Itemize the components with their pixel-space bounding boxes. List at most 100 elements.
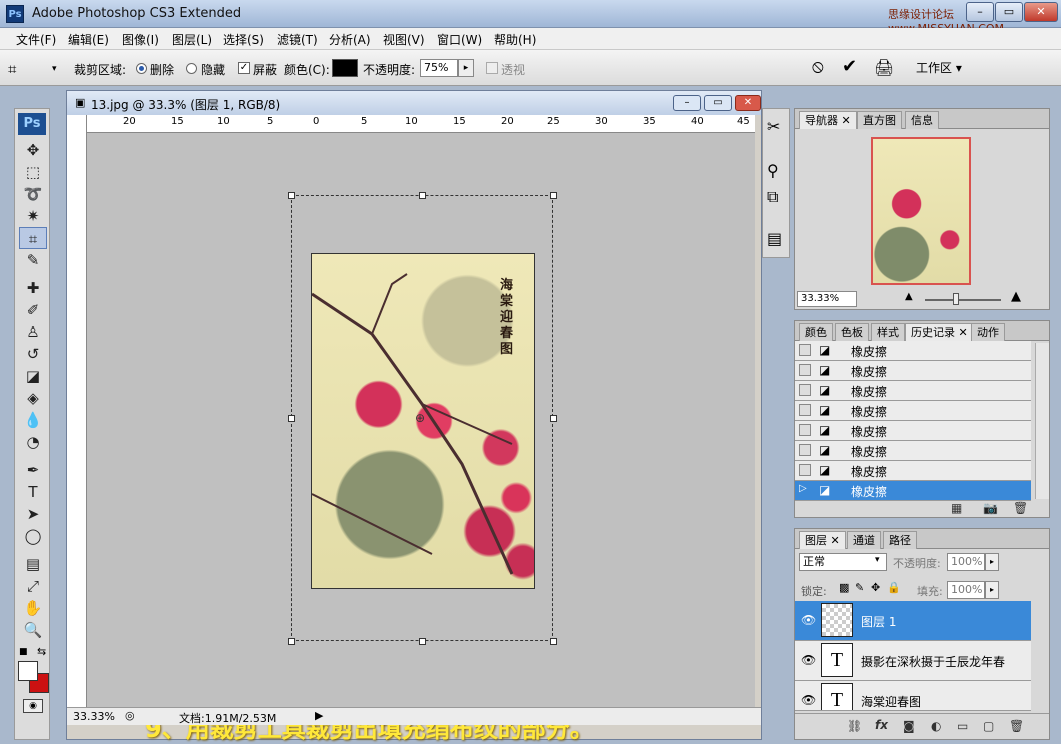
new-document-from-state-icon[interactable]: ▦ xyxy=(951,501,962,515)
add-mask-icon[interactable]: ◙ xyxy=(903,719,915,733)
delete-layer-icon[interactable]: 🗑 xyxy=(1009,719,1024,733)
cancel-crop-icon[interactable]: ⦸ xyxy=(812,56,824,77)
navigator-thumbnail[interactable] xyxy=(871,137,971,285)
crop-handle[interactable] xyxy=(288,415,295,422)
lasso-tool-icon[interactable]: ➰ xyxy=(19,183,47,205)
navigator-zoom-input[interactable]: 33.33% xyxy=(797,291,857,307)
tab-layers[interactable]: 图层 ✕ xyxy=(799,531,846,549)
layer-style-icon[interactable]: fx xyxy=(875,718,888,732)
eye-icon[interactable]: 👁 xyxy=(801,613,816,627)
adjustment-layer-icon[interactable]: ◐ xyxy=(931,719,941,733)
crop-handle[interactable] xyxy=(550,638,557,645)
eraser-tool-icon[interactable]: ◪ xyxy=(19,365,47,387)
close-button[interactable]: ✕ xyxy=(1024,2,1058,22)
move-tool-icon[interactable]: ✥ xyxy=(19,139,47,161)
history-source-checkbox[interactable] xyxy=(799,444,811,456)
history-source-checkbox[interactable] xyxy=(799,464,811,476)
crop-handle[interactable] xyxy=(419,638,426,645)
doc-close-button[interactable]: ✕ xyxy=(735,95,761,111)
status-info-icon[interactable]: ◎ xyxy=(125,709,135,722)
new-layer-icon[interactable]: ▢ xyxy=(983,719,994,733)
history-item[interactable]: ◪ 橡皮擦 xyxy=(795,421,1031,441)
menu-select[interactable]: 选择(S) xyxy=(223,31,264,48)
new-snapshot-icon[interactable]: 📷 xyxy=(983,501,998,515)
tab-navigator[interactable]: 导航器 ✕ xyxy=(799,111,857,129)
tab-actions[interactable]: 动作 xyxy=(971,323,1005,341)
crop-tool-icon[interactable]: ⌗ xyxy=(19,227,47,249)
fill-arrow-icon[interactable]: ▸ xyxy=(985,581,999,599)
menu-image[interactable]: 图像(I) xyxy=(122,31,159,48)
blur-tool-icon[interactable]: 💧 xyxy=(19,409,47,431)
file-browser-icon[interactable]: 🖨 xyxy=(874,58,894,77)
history-scrollbar[interactable] xyxy=(1035,343,1049,499)
canvas-area[interactable]: 海棠迎春图 ⊕ 9、用裁剪工具裁剪出填充绢布纹的部分。 xyxy=(87,133,755,743)
history-item[interactable]: ◪ 橡皮擦 xyxy=(795,401,1031,421)
magic-wand-tool-icon[interactable]: ✷ xyxy=(19,205,47,227)
history-source-checkbox[interactable] xyxy=(799,364,811,376)
tab-color[interactable]: 颜色 xyxy=(799,323,833,341)
menu-edit[interactable]: 编辑(E) xyxy=(68,31,109,48)
fill-input[interactable]: 100% xyxy=(947,581,985,599)
healing-brush-icon[interactable]: ✚ xyxy=(19,277,47,299)
chevron-down-icon[interactable]: ▾ xyxy=(52,64,57,74)
minimize-button[interactable]: – xyxy=(966,2,994,22)
tab-info[interactable]: 信息 xyxy=(905,111,939,129)
layer-row-selected[interactable]: 👁 图层 1 xyxy=(795,601,1031,641)
zoom-in-icon[interactable]: ▲ xyxy=(1011,289,1021,304)
delete-state-icon[interactable]: 🗑 xyxy=(1013,501,1028,515)
hand-tool-icon[interactable]: ✋ xyxy=(19,597,47,619)
status-menu-arrow-icon[interactable]: ▶ xyxy=(315,709,323,722)
foreground-color-swatch[interactable] xyxy=(18,661,38,681)
history-item[interactable]: ◪ 橡皮擦 xyxy=(795,461,1031,481)
layer-name[interactable]: 摄影在深秋摄于壬辰龙年春 xyxy=(861,653,1005,670)
lock-all-icon[interactable]: 🔒 xyxy=(887,581,901,594)
history-source-checkbox[interactable] xyxy=(799,404,811,416)
crop-handle[interactable] xyxy=(288,638,295,645)
link-layers-icon[interactable]: ⛓ xyxy=(847,719,862,733)
shield-color-swatch[interactable] xyxy=(332,59,358,77)
hide-radio[interactable] xyxy=(186,63,197,74)
workspace-button[interactable]: 工作区 ▾ xyxy=(916,59,962,76)
menu-layer[interactable]: 图层(L) xyxy=(172,31,212,48)
menu-filter[interactable]: 滤镜(T) xyxy=(277,31,318,48)
crop-handle[interactable] xyxy=(419,192,426,199)
maximize-button[interactable]: ▭ xyxy=(995,2,1023,22)
menu-analysis[interactable]: 分析(A) xyxy=(329,31,371,48)
history-brush-icon[interactable]: ↺ xyxy=(19,343,47,365)
tab-channels[interactable]: 通道 xyxy=(847,531,881,549)
eye-icon[interactable]: 👁 xyxy=(801,693,816,707)
quick-mask-icon[interactable]: ◉ xyxy=(23,699,43,713)
opacity-slider-arrow-icon[interactable]: ▸ xyxy=(458,59,474,77)
menu-view[interactable]: 视图(V) xyxy=(383,31,425,48)
navigator-zoom-slider[interactable] xyxy=(925,299,1001,301)
crop-tool-preset-icon[interactable]: ⌗ xyxy=(8,60,16,78)
history-item[interactable]: ◪ 橡皮擦 xyxy=(795,381,1031,401)
vertical-scrollbar[interactable] xyxy=(755,115,761,707)
menu-help[interactable]: 帮助(H) xyxy=(494,31,536,48)
eye-icon[interactable]: 👁 xyxy=(801,653,816,667)
default-colors-icon[interactable]: ■ xyxy=(19,647,28,657)
commit-crop-icon[interactable]: ✔ xyxy=(842,56,857,77)
layer-comps-icon[interactable]: ▤ xyxy=(767,229,782,248)
history-item-selected[interactable]: ▷ ◪ 橡皮擦 xyxy=(795,481,1031,501)
layer-opacity-input[interactable]: 100% xyxy=(947,553,985,571)
shield-checkbox[interactable]: ✓ xyxy=(238,62,250,74)
lock-pixels-icon[interactable]: ✎ xyxy=(855,581,864,594)
tab-styles[interactable]: 样式 xyxy=(871,323,905,341)
crop-handle[interactable] xyxy=(550,192,557,199)
delete-radio[interactable] xyxy=(136,63,147,74)
doc-minimize-button[interactable]: – xyxy=(673,95,701,111)
slice-tool-icon[interactable]: ✎ xyxy=(19,249,47,271)
marquee-tool-icon[interactable]: ⬚ xyxy=(19,161,47,183)
path-selection-icon[interactable]: ➤ xyxy=(19,503,47,525)
tool-presets-icon[interactable]: ✂ xyxy=(767,117,780,136)
zoom-out-icon[interactable]: ▲ xyxy=(905,291,913,302)
opacity-input[interactable]: 75% xyxy=(420,59,458,77)
brushes-icon[interactable]: ⚲ xyxy=(767,161,779,180)
tab-paths[interactable]: 路径 xyxy=(883,531,917,549)
layer-row[interactable]: 👁 T 摄影在深秋摄于壬辰龙年春 xyxy=(795,641,1031,681)
swap-colors-icon[interactable]: ⇆ xyxy=(37,645,46,658)
opacity-arrow-icon[interactable]: ▸ xyxy=(985,553,999,571)
layer-name[interactable]: 图层 1 xyxy=(861,613,896,630)
crop-handle[interactable] xyxy=(288,192,295,199)
